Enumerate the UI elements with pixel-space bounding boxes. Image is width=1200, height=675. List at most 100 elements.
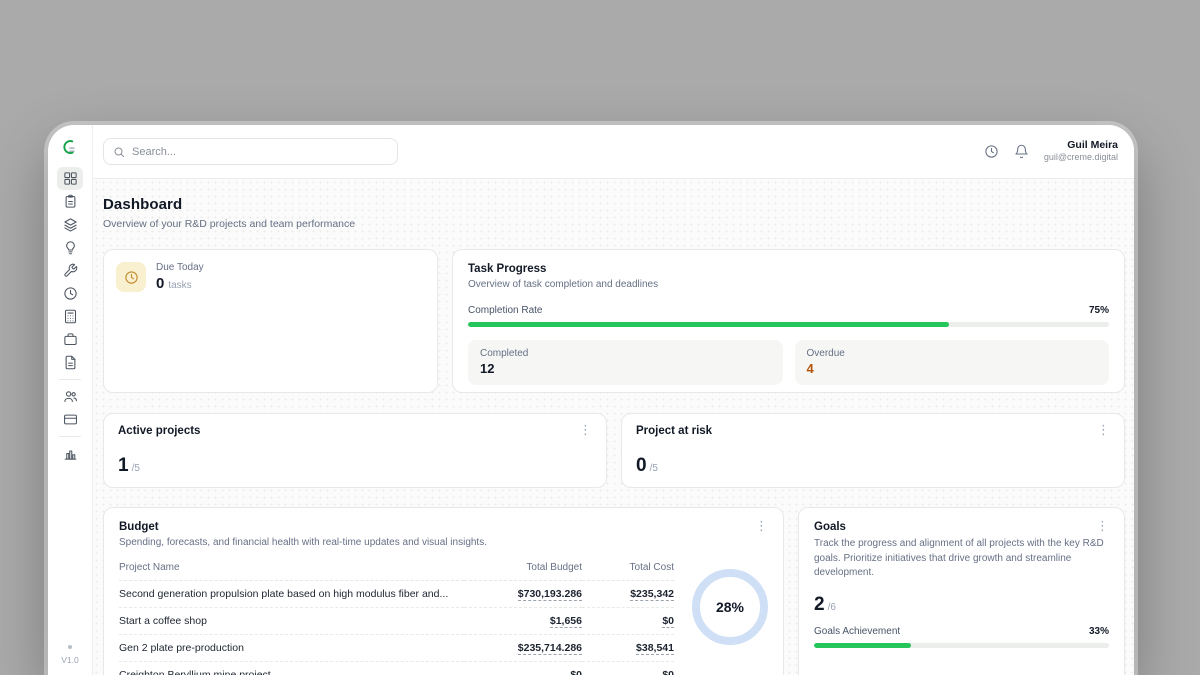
goals-subtitle: Track the progress and alignment of all … bbox=[814, 537, 1109, 581]
project-name-cell: Creighton Beryllium mine project bbox=[119, 662, 464, 675]
project-name-cell: Start a coffee shop bbox=[119, 608, 464, 635]
wrench-icon bbox=[63, 263, 78, 278]
total-budget-cell[interactable]: $1,656 bbox=[464, 608, 582, 635]
goals-total: /6 bbox=[828, 602, 836, 613]
budget-table-body: Second generation propulsion plate based… bbox=[119, 581, 674, 675]
task-progress-card: Task Progress Overview of task completio… bbox=[452, 249, 1125, 393]
sidebar-item-time[interactable] bbox=[57, 282, 83, 305]
overdue-value: 4 bbox=[807, 361, 1098, 376]
app-window: V1.0 bbox=[48, 125, 1134, 675]
completion-rate-label: Completion Rate bbox=[468, 305, 542, 316]
sidebar-divider bbox=[59, 379, 81, 380]
project-at-risk-card: Project at risk ⋮ 0 /5 bbox=[621, 413, 1125, 488]
search-bar[interactable] bbox=[103, 138, 398, 165]
active-projects-card: Active projects ⋮ 1 /5 bbox=[103, 413, 607, 488]
dashboard-grid-icon bbox=[63, 171, 78, 186]
search-input[interactable] bbox=[132, 146, 388, 158]
status-dot bbox=[68, 645, 72, 649]
due-today-label: Due Today bbox=[156, 262, 204, 273]
sidebar-divider bbox=[59, 436, 81, 437]
total-budget-cell[interactable]: $0 bbox=[464, 662, 582, 675]
bar-chart-icon bbox=[63, 446, 78, 461]
completion-progress-bar bbox=[468, 322, 1109, 327]
sidebar-item-tasks[interactable] bbox=[57, 190, 83, 213]
budget-card: Budget ⋮ Spending, forecasts, and financ… bbox=[103, 507, 784, 675]
search-icon bbox=[113, 146, 125, 158]
credit-card-icon bbox=[63, 412, 78, 427]
completed-stat: Completed 12 bbox=[468, 340, 783, 385]
sidebar-item-analytics[interactable] bbox=[57, 442, 83, 465]
user-menu[interactable]: Guil Meira guil@creme.digital bbox=[1044, 139, 1118, 163]
total-cost-cell[interactable]: $38,541 bbox=[582, 635, 674, 662]
kebab-menu-icon[interactable]: ⋮ bbox=[1096, 521, 1109, 531]
sidebar-item-team[interactable] bbox=[57, 385, 83, 408]
creme-logo-icon bbox=[58, 135, 82, 159]
due-today-iconbox bbox=[116, 262, 146, 292]
sidebar-item-portfolio[interactable] bbox=[57, 328, 83, 351]
table-row[interactable]: Creighton Beryllium mine project $0 $0 bbox=[119, 662, 674, 675]
sidebar: V1.0 bbox=[48, 125, 93, 675]
sidebar-footer: V1.0 bbox=[61, 645, 79, 665]
goals-title: Goals bbox=[814, 521, 846, 533]
kebab-menu-icon[interactable]: ⋮ bbox=[755, 521, 768, 531]
due-today-unit: tasks bbox=[168, 280, 191, 291]
total-budget-cell[interactable]: $235,714.286 bbox=[464, 635, 582, 662]
task-progress-title: Task Progress bbox=[468, 263, 1109, 275]
overdue-stat: Overdue 4 bbox=[795, 340, 1110, 385]
active-projects-title: Active projects bbox=[118, 425, 200, 437]
budget-table: Project Name Total Budget Total Cost Sec… bbox=[119, 557, 674, 675]
completed-value: 12 bbox=[480, 361, 771, 376]
project-at-risk-value: 0 bbox=[636, 456, 647, 475]
main-area: Guil Meira guil@creme.digital Dashboard … bbox=[93, 125, 1134, 675]
completed-label: Completed bbox=[480, 348, 771, 359]
completion-progress-fill bbox=[468, 322, 949, 327]
sidebar-item-ideas[interactable] bbox=[57, 236, 83, 259]
budget-title: Budget bbox=[119, 521, 159, 533]
due-today-value: 0 bbox=[156, 275, 164, 292]
sidebar-item-tools[interactable] bbox=[57, 259, 83, 282]
layers-icon bbox=[63, 217, 78, 232]
notifications-bell-icon[interactable] bbox=[1014, 144, 1029, 159]
user-name: Guil Meira bbox=[1044, 139, 1118, 152]
table-row[interactable]: Second generation propulsion plate based… bbox=[119, 581, 674, 608]
goals-progress-fill bbox=[814, 643, 911, 648]
budget-usage-gauge: 28% bbox=[692, 569, 768, 645]
table-row[interactable]: Start a coffee shop $1,656 $0 bbox=[119, 608, 674, 635]
column-project-name: Project Name bbox=[119, 557, 464, 581]
completion-rate-value: 75% bbox=[1089, 305, 1109, 316]
kebab-menu-icon[interactable]: ⋮ bbox=[579, 425, 592, 435]
project-name-cell: Second generation propulsion plate based… bbox=[119, 581, 464, 608]
budget-subtitle: Spending, forecasts, and financial healt… bbox=[119, 537, 768, 548]
page-title: Dashboard bbox=[103, 196, 1125, 213]
active-projects-value: 1 bbox=[118, 456, 129, 475]
overdue-label: Overdue bbox=[807, 348, 1098, 359]
briefcase-icon bbox=[63, 332, 78, 347]
budget-usage-percent: 28% bbox=[716, 599, 744, 615]
clipboard-icon bbox=[63, 194, 78, 209]
lightbulb-icon bbox=[63, 240, 78, 255]
history-clock-icon[interactable] bbox=[984, 144, 999, 159]
kebab-menu-icon[interactable]: ⋮ bbox=[1097, 425, 1110, 435]
goals-value: 2 bbox=[814, 595, 825, 614]
clock-icon bbox=[124, 270, 139, 285]
sidebar-item-projects[interactable] bbox=[57, 213, 83, 236]
total-cost-cell[interactable]: $235,342 bbox=[582, 581, 674, 608]
sidebar-item-dashboard[interactable] bbox=[57, 167, 83, 190]
clock-icon bbox=[63, 286, 78, 301]
total-cost-cell[interactable]: $0 bbox=[582, 608, 674, 635]
calculator-icon bbox=[63, 309, 78, 324]
sidebar-item-calculator[interactable] bbox=[57, 305, 83, 328]
total-cost-cell[interactable]: $0 bbox=[582, 662, 674, 675]
page-subtitle: Overview of your R&D projects and team p… bbox=[103, 218, 1125, 230]
document-icon bbox=[63, 355, 78, 370]
total-budget-cell[interactable]: $730,193.286 bbox=[464, 581, 582, 608]
goals-achievement-label: Goals Achievement bbox=[814, 626, 900, 637]
table-row[interactable]: Gen 2 plate pre-production $235,714.286 … bbox=[119, 635, 674, 662]
sidebar-item-billing[interactable] bbox=[57, 408, 83, 431]
column-total-cost: Total Cost bbox=[582, 557, 674, 581]
due-today-card: Due Today 0 tasks bbox=[103, 249, 438, 393]
goals-achievement-value: 33% bbox=[1089, 626, 1109, 637]
project-at-risk-total: /5 bbox=[650, 463, 658, 474]
sidebar-item-documents[interactable] bbox=[57, 351, 83, 374]
active-projects-total: /5 bbox=[132, 463, 140, 474]
